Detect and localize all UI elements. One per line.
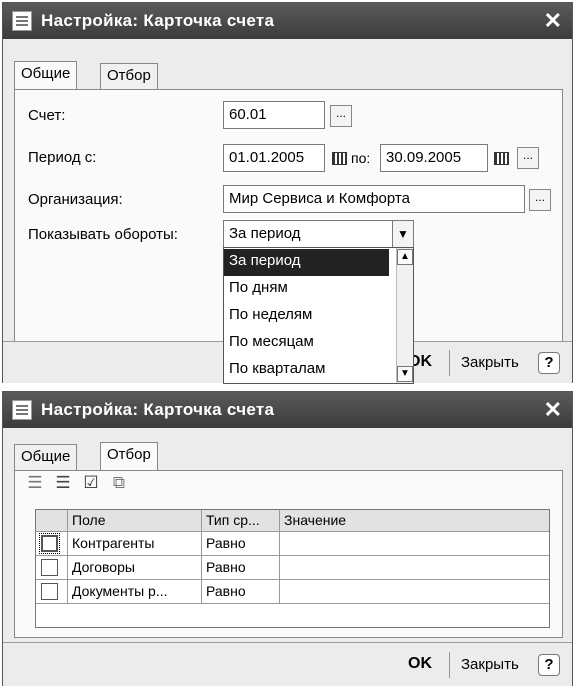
value-cell[interactable] [280, 580, 549, 603]
column-header-value[interactable]: Значение [280, 510, 549, 532]
dropdown-option[interactable]: По месяцам [224, 330, 389, 357]
calendar-icon[interactable] [492, 149, 510, 167]
close-icon[interactable]: ✕ [544, 397, 562, 423]
account-label: Счет: [28, 107, 66, 124]
row-checkbox[interactable] [41, 559, 58, 576]
show-turnover-label: Показывать обороты: [28, 226, 178, 243]
dropdown-option[interactable]: По кварталам [224, 357, 389, 384]
type-cell[interactable]: Равно [202, 532, 280, 555]
title-bar: Настройка: Карточка счета ✕ [3, 3, 572, 39]
close-icon[interactable]: ✕ [544, 8, 562, 34]
period-from-label: Период с: [28, 149, 97, 166]
document-icon [12, 11, 32, 31]
settings-window-general: Настройка: Карточка счета ✕ Общие Отбор … [2, 2, 573, 384]
footer-separator [449, 350, 450, 376]
period-select-button[interactable]: ... [517, 147, 539, 169]
type-cell[interactable]: Равно [202, 580, 280, 603]
type-cell[interactable]: Равно [202, 556, 280, 579]
table-row[interactable]: Контрагенты Равно [36, 532, 549, 556]
tab-general[interactable]: Общие [14, 444, 78, 470]
tab-filter[interactable]: Отбор [100, 442, 158, 470]
dropdown-option[interactable]: За период [224, 249, 389, 276]
calendar-icon[interactable] [330, 149, 348, 167]
period-to-label: по: [351, 150, 371, 166]
copy-icon[interactable]: ⧉ [109, 473, 129, 493]
row-checkbox-cell [36, 580, 68, 603]
turnover-dropdown-list: За период По дням По неделям По месяцам … [223, 247, 414, 384]
value-cell[interactable] [280, 532, 549, 555]
organization-input[interactable]: Мир Сервиса и Комфорта [223, 185, 525, 213]
period-from-input[interactable]: 01.01.2005 [223, 144, 325, 172]
close-button[interactable]: Закрыть [461, 656, 519, 673]
tab-filter[interactable]: Отбор [100, 63, 158, 89]
period-to-input[interactable]: 30.09.2005 [380, 144, 488, 172]
account-input[interactable]: 60.01 [223, 101, 325, 129]
organization-label: Организация: [28, 191, 123, 208]
value-cell[interactable] [280, 556, 549, 579]
filter-table: Поле Тип ср... Значение Контрагенты Равн… [35, 509, 550, 628]
footer-separator [449, 652, 450, 678]
column-header-checkbox [36, 510, 68, 532]
row-checkbox-cell [36, 532, 68, 555]
title-bar: Настройка: Карточка счета ✕ [3, 392, 572, 428]
tab-label: Отбор [107, 446, 151, 463]
column-header-type[interactable]: Тип ср... [202, 510, 280, 532]
dropdown-option[interactable]: По дням [224, 276, 389, 303]
row-checkbox[interactable] [39, 533, 60, 554]
tab-general[interactable]: Общие [14, 61, 78, 89]
footer-bar: OK Закрыть ? [3, 642, 572, 686]
field-cell: Договоры [68, 556, 202, 579]
ok-button[interactable]: OK [408, 655, 432, 673]
document-icon [12, 400, 32, 420]
window-title: Настройка: Карточка счета [41, 400, 275, 419]
window-title: Настройка: Карточка счета [41, 11, 275, 30]
help-button[interactable]: ? [538, 352, 560, 374]
check-all-icon[interactable]: ☑ [81, 473, 101, 493]
delete-row-icon[interactable]: ☰ [53, 473, 73, 493]
tab-label: Отбор [107, 67, 151, 84]
dropdown-option[interactable]: По неделям [224, 303, 389, 330]
help-button[interactable]: ? [538, 654, 560, 676]
table-row[interactable]: Договоры Равно [36, 556, 549, 580]
row-checkbox[interactable] [41, 583, 58, 600]
settings-window-filter: Настройка: Карточка счета ✕ Общие Отбор … [2, 391, 573, 686]
organization-select-button[interactable]: ... [529, 189, 551, 211]
show-turnover-select[interactable]: За период [223, 220, 393, 248]
scroll-up-icon[interactable]: ▲ [397, 249, 413, 265]
scroll-down-icon[interactable]: ▼ [397, 366, 413, 382]
chevron-down-icon[interactable]: ▼ [392, 220, 414, 248]
filter-toolbar: ☰ ☰ ☑ ⧉ [25, 473, 145, 493]
field-cell: Контрагенты [68, 532, 202, 555]
dropdown-scrollbar[interactable]: ▲ ▼ [396, 248, 413, 383]
column-header-field[interactable]: Поле [68, 510, 202, 532]
field-cell: Документы р... [68, 580, 202, 603]
account-select-button[interactable]: ... [330, 105, 352, 127]
close-button[interactable]: Закрыть [461, 354, 519, 371]
tab-label: Общие [21, 65, 71, 82]
row-checkbox-cell [36, 556, 68, 579]
table-row[interactable]: Документы р... Равно [36, 580, 549, 604]
tab-label: Общие [21, 448, 71, 465]
add-row-icon[interactable]: ☰ [25, 473, 45, 493]
